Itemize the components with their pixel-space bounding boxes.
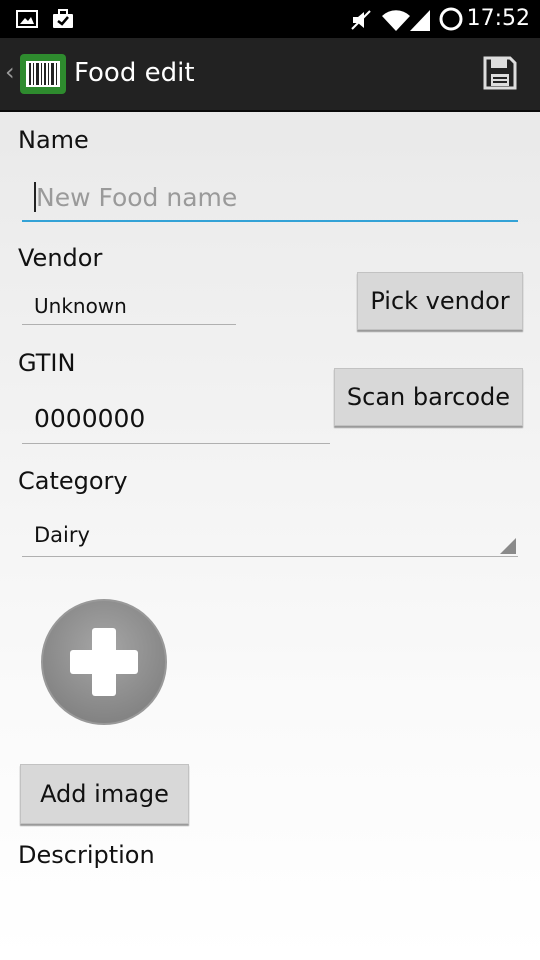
description-label: Description: [18, 841, 155, 869]
wifi-icon: [382, 10, 410, 31]
status-time: 17:52: [466, 6, 530, 31]
add-image-plus-icon[interactable]: [38, 596, 170, 728]
sync-icon: [439, 7, 463, 31]
up-navigation[interactable]: ‹ Food edit: [0, 38, 200, 110]
category-value: Dairy: [34, 523, 90, 547]
name-label: Name: [18, 126, 89, 154]
text-cursor: [34, 182, 36, 212]
category-label: Category: [18, 467, 128, 495]
scan-barcode-button[interactable]: Scan barcode: [334, 368, 523, 426]
barcode-icon: [20, 54, 66, 94]
chevron-left-icon: ‹: [5, 58, 15, 86]
pick-vendor-button[interactable]: Pick vendor: [357, 272, 523, 330]
action-bar: ‹ Food edit: [0, 38, 540, 112]
add-image-button[interactable]: Add image: [20, 764, 189, 824]
mute-icon: [351, 10, 371, 30]
status-bar: 17:52: [0, 0, 540, 38]
briefcase-check-icon: [53, 9, 73, 28]
vendor-value: Unknown: [34, 294, 127, 318]
category-spinner[interactable]: Dairy: [22, 518, 518, 557]
gtin-field[interactable]: 0000000: [22, 398, 330, 444]
signal-icon: [410, 10, 430, 31]
dropdown-triangle-icon: [500, 538, 516, 554]
vendor-field[interactable]: Unknown: [22, 290, 236, 325]
name-input[interactable]: [34, 182, 506, 212]
floppy-disk-icon[interactable]: [482, 55, 518, 91]
gtin-value: 0000000: [34, 404, 146, 433]
vendor-label: Vendor: [18, 244, 103, 272]
name-field[interactable]: [22, 174, 518, 222]
gtin-label: GTIN: [18, 349, 76, 377]
image-notification-icon: [16, 10, 38, 28]
page-title: Food edit: [74, 58, 195, 88]
